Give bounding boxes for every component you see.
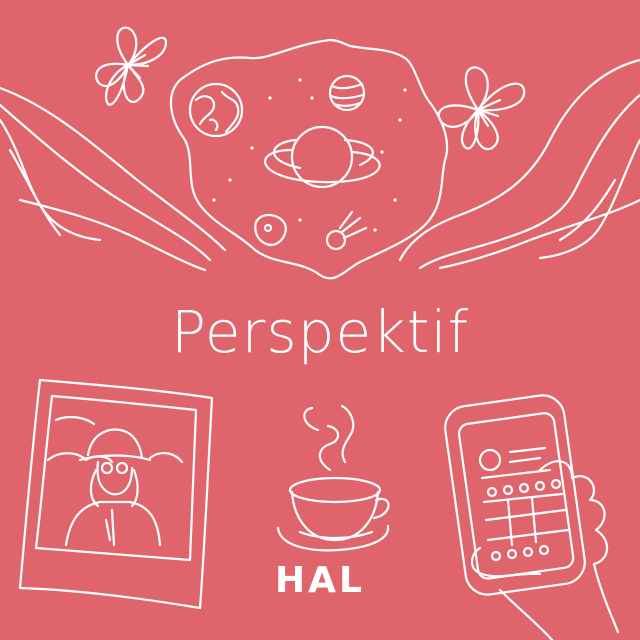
comet-icon — [325, 210, 368, 251]
asteroid-icon — [254, 213, 287, 246]
striped-planet-icon — [328, 74, 366, 112]
album-cover: Perspektif HAL — [0, 0, 640, 640]
right-hills-icon — [398, 58, 640, 270]
ringed-planet-icon — [264, 125, 381, 189]
coffee-cup-icon — [276, 404, 390, 552]
space-cloud-icon — [169, 38, 449, 280]
smartphone-in-hand-icon — [444, 394, 620, 640]
lily-flower-icon — [437, 66, 526, 151]
artist-name: HAL — [275, 560, 365, 601]
lily-flower-icon — [95, 26, 168, 106]
album-title: Perspektif — [170, 298, 470, 366]
planet-icon — [188, 82, 244, 138]
